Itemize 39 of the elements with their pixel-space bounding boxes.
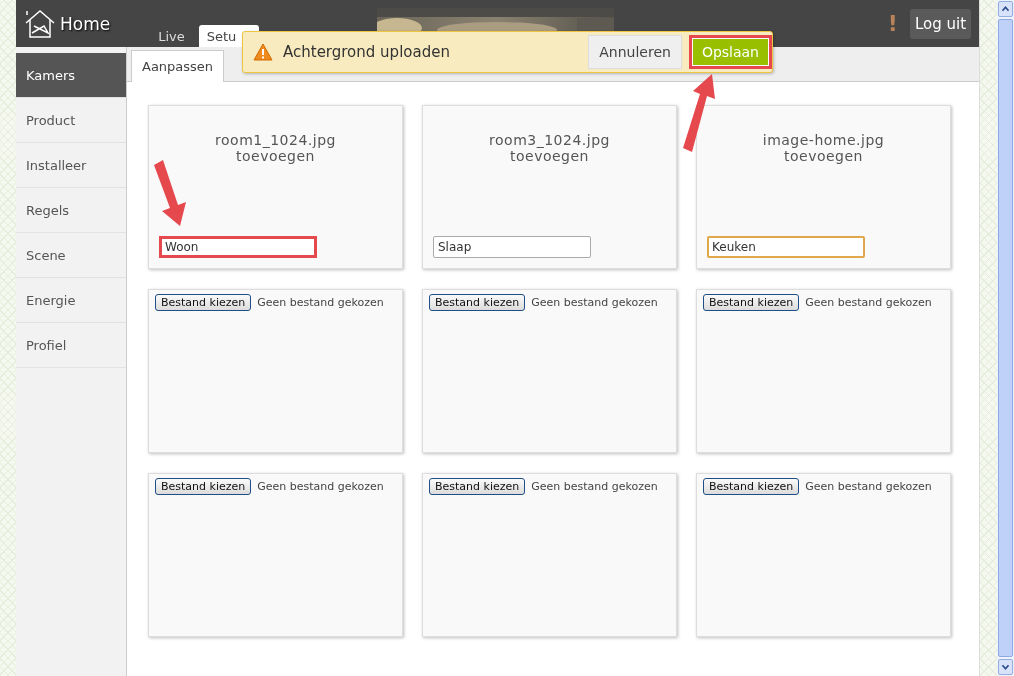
file-status: Geen bestand gekozen: [531, 295, 658, 309]
choose-file-button[interactable]: Bestand kiezen: [429, 478, 526, 495]
logout-button[interactable]: Log uit: [909, 8, 971, 39]
tab[interactable]: Aanpassen: [131, 50, 225, 82]
add-label: toevoegen: [235, 148, 315, 164]
sidebar-item[interactable]: Scene: [16, 233, 126, 278]
scroll-up-icon[interactable]: [998, 1, 1013, 17]
choose-file-button[interactable]: Bestand kiezen: [429, 294, 526, 311]
room-name-field[interactable]: Woon: [159, 236, 317, 258]
file-status: Geen bestand gekozen: [531, 479, 658, 493]
file-status: Geen bestand gekozen: [257, 295, 384, 309]
cancel-button[interactable]: Annuleren: [588, 35, 682, 69]
room-name-field[interactable]: Keuken: [707, 236, 865, 258]
sidebar-item[interactable]: Installeer: [16, 143, 126, 188]
file-name: room3_1024.jpg: [489, 132, 610, 148]
choose-file-button[interactable]: Bestand kiezen: [703, 294, 800, 311]
warning-icon: [253, 43, 273, 61]
file-status: Geen bestand gekozen: [805, 479, 932, 493]
scroll-down-icon[interactable]: [998, 659, 1013, 675]
file-status: Geen bestand gekozen: [257, 479, 384, 493]
app-title: Home: [60, 13, 111, 34]
sidebar-item[interactable]: Kamers: [16, 53, 126, 98]
choose-file-button[interactable]: Bestand kiezen: [703, 478, 800, 495]
sidebar-item[interactable]: Profiel: [16, 323, 126, 368]
choose-file-button[interactable]: Bestand kiezen: [155, 478, 252, 495]
file-name: image-home.jpg: [762, 132, 885, 148]
sidebar-item[interactable]: Energie: [16, 278, 126, 323]
sidebar-item[interactable]: Regels: [16, 188, 126, 233]
choose-file-button[interactable]: Bestand kiezen: [155, 294, 252, 311]
file-name: room1_1024.jpg: [215, 132, 336, 148]
add-label: toevoegen: [783, 148, 863, 164]
house-logo-icon: [24, 8, 56, 39]
sidebar-item[interactable]: Product: [16, 98, 126, 143]
add-label: toevoegen: [509, 148, 589, 164]
room-name-field[interactable]: Slaap: [433, 236, 591, 258]
nav-tab[interactable]: Live: [150, 25, 193, 47]
file-status: Geen bestand gekozen: [805, 295, 932, 309]
notification-message: Achtergrond uploaden: [283, 43, 450, 61]
annotation-arrow: [154, 160, 186, 226]
